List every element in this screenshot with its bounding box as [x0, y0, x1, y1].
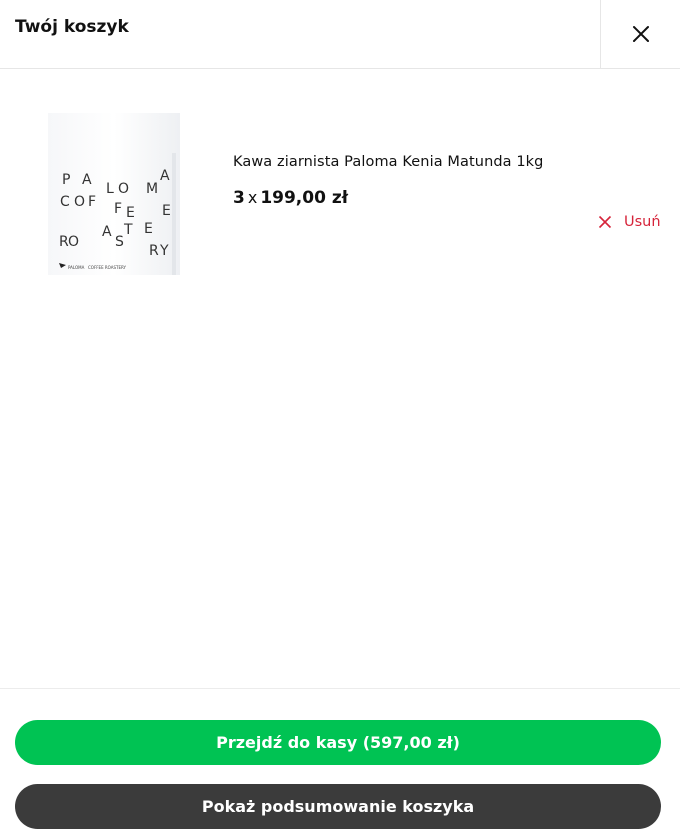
page-title: Twój koszyk: [15, 17, 129, 37]
bag-letter: E: [144, 221, 153, 237]
cart-item: P A L O M A C O F F E E R O A S T E R Y: [0, 69, 680, 299]
close-icon: [632, 26, 649, 42]
bag-letter: Y: [159, 243, 169, 259]
unit-price: 199,00 zł: [260, 188, 349, 208]
bag-brand-sub: COFFEE ROASTERY: [88, 265, 126, 270]
product-image[interactable]: P A L O M A C O F F E E R O A S T E R Y: [48, 113, 180, 275]
bag-letter: C: [60, 194, 70, 210]
summary-label: Pokaż podsumowanie koszyka: [201, 797, 475, 816]
bag-letter: M: [146, 181, 158, 197]
bag-letter: O: [68, 234, 79, 250]
bag-letter: L: [106, 181, 114, 197]
checkout-label: Przejdź do kasy (597,00 zł): [216, 733, 460, 752]
remove-item-button[interactable]: Usuń: [598, 214, 661, 230]
bag-brand: PALOMA: [68, 265, 85, 270]
bag-letter: A: [160, 168, 170, 184]
bag-letter: F: [114, 201, 122, 217]
bag-letter: A: [82, 172, 92, 188]
bag-letter: P: [62, 172, 70, 188]
footer-divider: [0, 688, 680, 689]
bag-letter: R: [149, 243, 159, 259]
bag-letter: E: [162, 203, 171, 219]
bag-letter: S: [115, 234, 124, 250]
cart-header: Twój koszyk: [0, 0, 680, 69]
checkout-button[interactable]: Przejdź do kasy (597,00 zł): [15, 720, 661, 765]
product-name[interactable]: Kawa ziarnista Paloma Kenia Matunda 1kg: [233, 154, 543, 170]
cart-summary-button[interactable]: Pokaż podsumowanie koszyka: [15, 784, 661, 829]
bag-letter: T: [123, 222, 133, 238]
bag-letter: A: [102, 224, 112, 240]
remove-icon: [598, 215, 612, 229]
close-button[interactable]: [600, 0, 680, 68]
item-price: 3 x 199,00 zł: [233, 188, 348, 208]
quantity-multiplier: x: [247, 188, 258, 207]
remove-label: Usuń: [624, 214, 661, 230]
bag-letter: F: [88, 194, 96, 210]
bag-letter: E: [126, 205, 135, 221]
item-quantity: 3: [233, 188, 245, 208]
bag-letter: O: [118, 181, 129, 197]
bag-letter: O: [74, 194, 85, 210]
